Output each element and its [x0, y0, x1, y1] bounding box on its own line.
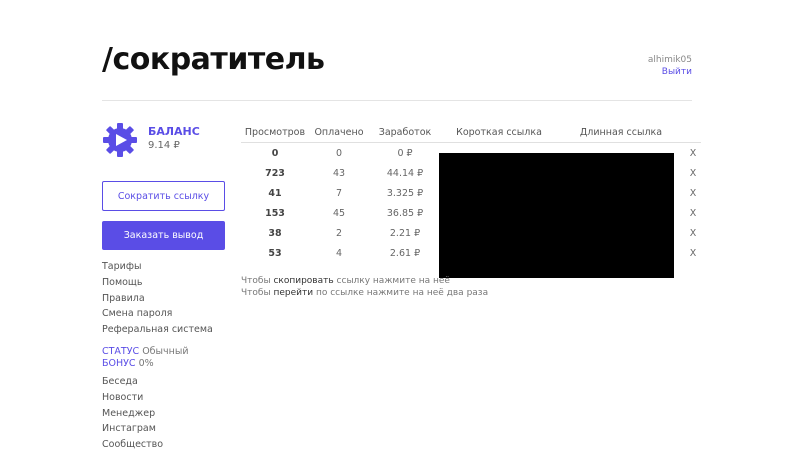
redaction-box [439, 153, 674, 278]
delete-link-button[interactable]: X [685, 203, 701, 223]
cell-paid: 7 [335, 187, 343, 199]
gear-play-icon [103, 123, 137, 157]
menu-item-news[interactable]: Новости [102, 390, 163, 406]
cell-earned: 44.14 ₽ [386, 167, 424, 179]
delete-link-button[interactable]: X [685, 243, 701, 263]
hint2-pre: Чтобы [241, 288, 271, 298]
status-value: Обычный [142, 346, 189, 357]
cell-earned: 2.21 ₽ [389, 227, 421, 239]
cell-earned: 2.61 ₽ [389, 247, 421, 259]
cell-earned: 0 ₽ [397, 147, 413, 159]
delete-link-button[interactable]: X [685, 163, 701, 183]
cell-views: 0 [271, 147, 279, 159]
table-header-row: Просмотров Оплачено Заработок Короткая с… [241, 124, 701, 143]
logout-link[interactable]: Выйти [648, 66, 692, 78]
sidebar-menu: Тарифы Помощь Правила Смена пароля Рефер… [102, 259, 213, 338]
delete-link-button[interactable]: X [685, 223, 701, 243]
hint1-post: ссылку нажмите на неё [336, 276, 450, 286]
shorten-link-button[interactable]: Сократить ссылку [102, 181, 225, 211]
cell-paid: 45 [332, 207, 346, 219]
cell-paid: 2 [335, 227, 343, 239]
cell-views: 38 [268, 227, 282, 239]
menu-item-chat[interactable]: Беседа [102, 374, 163, 390]
hint-text: Чтобы скопировать ссылку нажмите на неё … [241, 275, 488, 299]
menu-item-manager[interactable]: Менеджер [102, 406, 163, 422]
balance-title: БАЛАНС [148, 125, 200, 138]
header-divider [102, 100, 692, 101]
cell-earned: 3.325 ₽ [386, 187, 424, 199]
status-label: СТАТУС [102, 346, 140, 357]
menu-item-instagram[interactable]: Инстаграм [102, 421, 163, 437]
cell-views: 153 [265, 207, 285, 219]
menu-item-tariffs[interactable]: Тарифы [102, 259, 213, 275]
cell-views: 53 [268, 247, 282, 259]
menu-item-help[interactable]: Помощь [102, 275, 213, 291]
hint1-pre: Чтобы [241, 276, 271, 286]
bonus-label: БОНУС [102, 358, 136, 369]
cell-views: 41 [268, 187, 282, 199]
hint2-action: перейти [273, 288, 314, 298]
page-scrollbar[interactable] [790, 0, 800, 450]
menu-item-rules[interactable]: Правила [102, 291, 213, 307]
cell-paid: 4 [335, 247, 343, 259]
delete-link-button[interactable]: X [685, 183, 701, 203]
cell-views: 723 [265, 167, 285, 179]
user-panel: alhimik05 Выйти [648, 54, 692, 78]
col-earned-header: Заработок [369, 124, 441, 143]
status-block: СТАТУС Обычный БОНУС 0% [102, 346, 189, 370]
delete-link-button[interactable]: X [685, 143, 701, 164]
col-paid-header: Оплачено [309, 124, 369, 143]
col-delete-header [685, 124, 701, 143]
site-logo[interactable]: /сократитель [102, 40, 325, 80]
col-views-header: Просмотров [241, 124, 309, 143]
withdraw-button[interactable]: Заказать вывод [102, 221, 225, 250]
cell-paid: 43 [332, 167, 346, 179]
col-short-header: Короткая ссылка [441, 124, 557, 143]
hint2-post: по ссылке нажмите на неё два раза [315, 288, 489, 298]
menu-item-community[interactable]: Сообщество [102, 437, 163, 453]
hint1-action: скопировать [273, 276, 334, 286]
bonus-value: 0% [138, 358, 154, 369]
menu-item-change-password[interactable]: Смена пароля [102, 306, 213, 322]
col-long-header: Длинная ссылка [557, 124, 685, 143]
username: alhimik05 [647, 55, 692, 65]
cell-earned: 36.85 ₽ [386, 207, 424, 219]
balance-value: 9.14 ₽ [148, 140, 180, 151]
cell-paid: 0 [335, 147, 343, 159]
sidebar-menu-secondary: Беседа Новости Менеджер Инстаграм Сообще… [102, 374, 163, 453]
menu-item-referral[interactable]: Реферальная система [102, 322, 213, 338]
